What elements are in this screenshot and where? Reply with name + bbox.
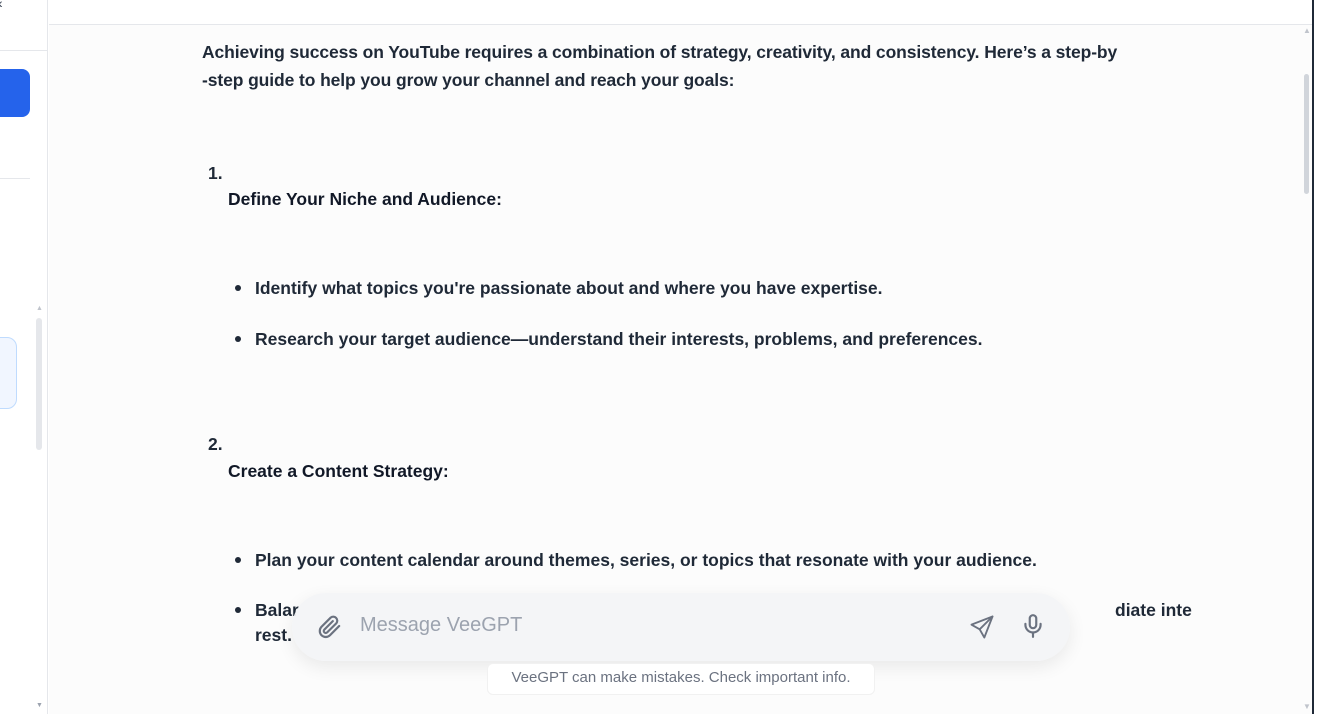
sidebar-scroll-down-icon[interactable]: ▼: [36, 702, 43, 709]
bullet-dot: [235, 607, 243, 615]
chat-header: [49, 0, 1312, 25]
sidebar-chat-item-active[interactable]: [0, 337, 17, 409]
message-input[interactable]: [360, 607, 940, 643]
list-item: Research your target audience—understand…: [255, 329, 983, 349]
list-item: Plan your content calendar around themes…: [255, 550, 1037, 570]
message-intro-line: -step guide to help you grow your channe…: [202, 70, 735, 90]
message-intro-line: Achieving success on YouTube requires a …: [202, 42, 1118, 62]
chat-main: Achieving success on YouTube requires a …: [49, 0, 1312, 714]
window-edge-background: [1314, 0, 1322, 714]
message-intro: Achieving success on YouTube requires a …: [202, 38, 1152, 94]
assistant-message: Achieving success on YouTube requires a …: [202, 38, 1192, 645]
disclaimer-text: VeeGPT can make mistakes. Check importan…: [487, 663, 875, 695]
scroll-thumb[interactable]: [1304, 74, 1309, 194]
sidebar-divider: [0, 50, 48, 51]
list-item-partial: diate inte: [1115, 600, 1192, 620]
app-window: ‹ ▲ ▼ Achieving success on YouTube requi…: [0, 0, 1322, 714]
bullet-dot: [235, 557, 243, 565]
paperclip-icon[interactable]: [316, 614, 342, 640]
scroll-up-icon[interactable]: ▲: [1303, 26, 1311, 35]
bullet-dot: [235, 336, 243, 344]
sidebar-scroll-up-icon[interactable]: ▲: [36, 305, 43, 312]
collapse-back-icon[interactable]: ‹: [0, 0, 3, 10]
bullet-dot: [235, 285, 243, 293]
section-heading: Define Your Niche and Audience:: [228, 189, 502, 209]
message-composer: [292, 593, 1070, 661]
sidebar-scrollbar[interactable]: [36, 318, 42, 450]
new-chat-button[interactable]: [0, 69, 30, 117]
chat-scrollbar[interactable]: ▲ ▼: [1300, 26, 1312, 714]
microphone-icon[interactable]: [1020, 612, 1046, 640]
list-item: Identify what topics you're passionate a…: [255, 278, 883, 298]
list-number: 2.: [208, 434, 223, 454]
section-heading: Create a Content Strategy:: [228, 461, 449, 481]
scroll-down-icon[interactable]: ▼: [1303, 702, 1311, 711]
sidebar-divider: [0, 178, 30, 179]
send-icon[interactable]: [968, 613, 996, 641]
list-number: 1.: [208, 163, 223, 183]
sidebar: ‹ ▲ ▼: [0, 0, 48, 714]
